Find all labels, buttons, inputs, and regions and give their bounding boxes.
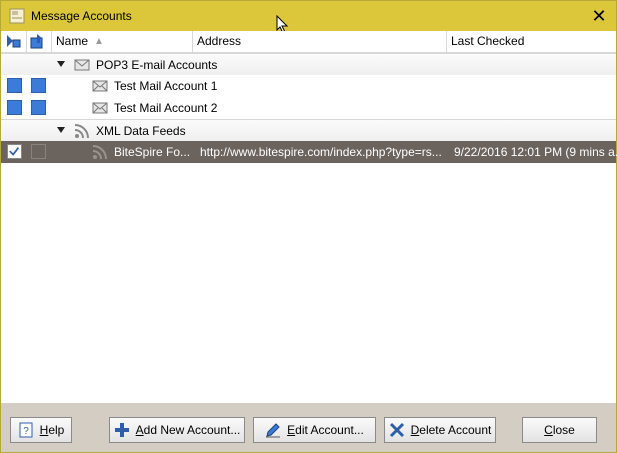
- add-label: Add New Account...: [135, 423, 241, 437]
- help-icon: ?: [19, 422, 33, 438]
- envelope-icon: [74, 59, 90, 71]
- rss-feed-icon: [74, 124, 89, 139]
- header-separator-1: [1, 31, 27, 52]
- app-icon: [9, 8, 25, 24]
- last-checked-column-header[interactable]: Last Checked: [447, 31, 616, 52]
- close-label: Close: [544, 423, 575, 437]
- header-separator-2: [27, 31, 52, 52]
- group-label: POP3 E-mail Accounts: [96, 58, 218, 72]
- help-button[interactable]: ? Help: [10, 417, 72, 443]
- svg-text:?: ?: [23, 426, 29, 437]
- delete-label: Delete Account: [410, 423, 492, 437]
- notify-checkbox[interactable]: [31, 78, 46, 93]
- enabled-checkbox[interactable]: [7, 100, 22, 115]
- button-bar: ? Help Add New Account... Edit Account..…: [1, 403, 616, 452]
- add-new-account-button[interactable]: Add New Account...: [109, 417, 245, 443]
- account-address: http://www.bitespire.com/index.php?type=…: [200, 145, 442, 159]
- list-item[interactable]: Test Mail Account 2: [1, 97, 616, 119]
- sort-ascending-icon: ▲: [94, 36, 104, 47]
- group-row-pop3[interactable]: POP3 E-mail Accounts: [1, 53, 616, 75]
- notify-checkbox[interactable]: [31, 144, 46, 159]
- column-header: Name ▲ Address Last Checked: [1, 31, 616, 53]
- check-icon: [9, 147, 20, 156]
- envelope-icon: [92, 102, 108, 114]
- account-name: Test Mail Account 1: [114, 79, 218, 93]
- address-column-label: Address: [197, 34, 242, 48]
- notify-checkbox[interactable]: [31, 100, 46, 115]
- edit-account-button[interactable]: Edit Account...: [253, 417, 376, 443]
- enabled-checkbox-checked[interactable]: [7, 144, 22, 159]
- accounts-list[interactable]: POP3 E-mail Accounts Test Mail Account 1…: [1, 53, 617, 403]
- name-column-header[interactable]: Name ▲: [52, 31, 193, 52]
- edit-label: Edit Account...: [287, 423, 364, 437]
- last-checked-column-label: Last Checked: [451, 34, 525, 48]
- window-title: Message Accounts: [31, 9, 132, 23]
- close-button[interactable]: Close: [522, 417, 597, 443]
- rss-feed-icon: [92, 145, 107, 160]
- account-last-checked: 9/22/2016 12:01 PM (9 mins a...: [454, 145, 617, 159]
- close-window-button[interactable]: ✕: [588, 5, 610, 27]
- expand-arrow-icon[interactable]: [57, 127, 65, 133]
- name-column-label: Name: [56, 34, 89, 48]
- delete-account-button[interactable]: Delete Account: [384, 417, 496, 443]
- account-name: BiteSpire Fo...: [114, 145, 191, 159]
- group-label: XML Data Feeds: [96, 124, 186, 138]
- list-item[interactable]: Test Mail Account 1: [1, 75, 616, 97]
- enabled-checkbox[interactable]: [7, 78, 22, 93]
- delete-x-icon: [389, 422, 404, 438]
- group-row-xml[interactable]: XML Data Feeds: [1, 119, 616, 141]
- pencil-icon: [266, 423, 281, 438]
- address-column-header[interactable]: Address: [193, 31, 447, 52]
- envelope-icon: [92, 80, 108, 92]
- plus-icon: [114, 423, 129, 437]
- message-accounts-window: Message Accounts ✕ Name ▲ Address Last C…: [0, 0, 617, 453]
- list-item-selected[interactable]: BiteSpire Fo... http://www.bitespire.com…: [1, 141, 617, 163]
- account-name: Test Mail Account 2: [114, 101, 218, 115]
- expand-arrow-icon[interactable]: [57, 61, 65, 67]
- title-bar[interactable]: Message Accounts ✕: [1, 1, 616, 34]
- help-label: Help: [39, 423, 65, 437]
